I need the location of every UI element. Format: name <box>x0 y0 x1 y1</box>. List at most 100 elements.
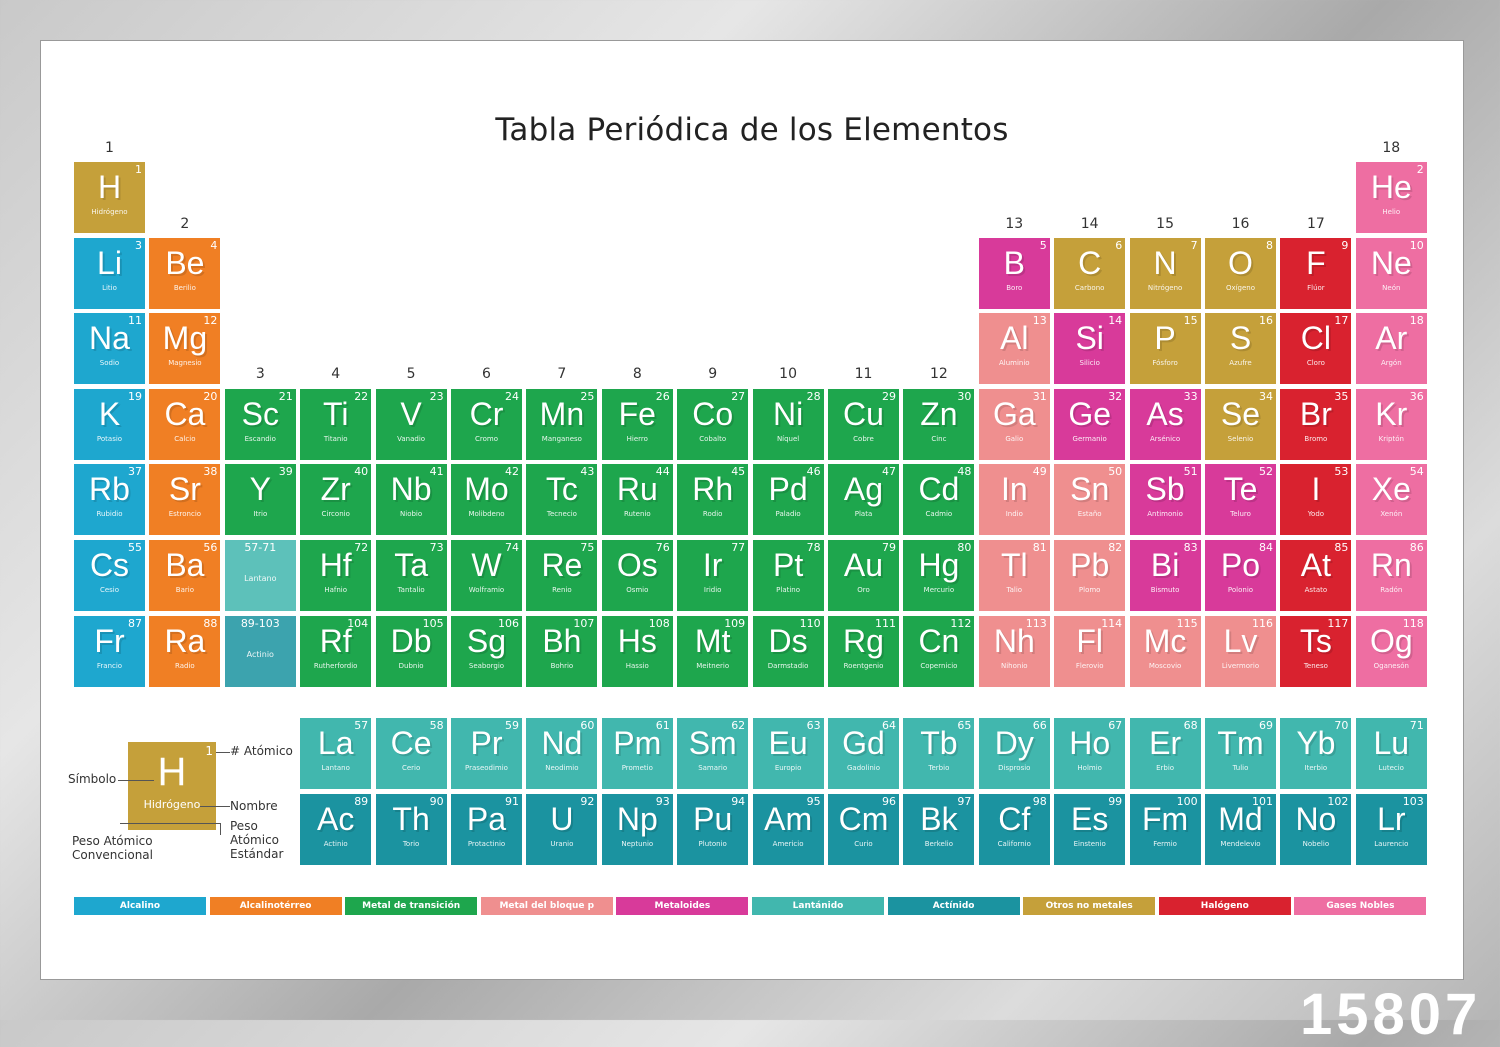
element-cell: 69 Tm Tulio <box>1205 718 1276 789</box>
element-cell: 26 Fe Hierro <box>601 388 673 460</box>
element-cell: 30 Zn Cinc <box>903 388 975 460</box>
element-symbol: Na <box>89 320 130 357</box>
element-cell: 23 V Vanadio <box>375 388 447 460</box>
element-cell: 70 Yb Iterbio <box>1280 718 1352 789</box>
series-placeholder: 57-71 Lantano <box>224 540 296 611</box>
element-symbol: Zn <box>920 395 958 432</box>
element-name: Livermorio <box>1221 661 1260 670</box>
element-symbol: Ts <box>1299 622 1332 659</box>
element-name: Cobalto <box>699 434 727 443</box>
element-cell: 94 Pu Plutonio <box>677 794 749 865</box>
element-name: Fermio <box>1153 840 1177 848</box>
key-line <box>220 823 221 835</box>
element-cell: 96 Cm Curio <box>828 794 899 865</box>
element-symbol: Fr <box>94 622 125 659</box>
element-symbol: Ag <box>843 471 884 508</box>
element-cell: 14 Si Silicio <box>1054 313 1126 385</box>
element-name: Titanio <box>323 434 348 443</box>
group-number: 9 <box>708 366 718 382</box>
element-cell: 48 Cd Cadmio <box>903 464 975 536</box>
element-cell: 65 Tb Terbio <box>903 718 975 789</box>
element-symbol: Es <box>1071 801 1109 837</box>
element-cell: 108 Hs Hassio <box>601 615 673 687</box>
element-name: Seaborgio <box>468 661 505 670</box>
element-symbol: Fe <box>618 395 656 432</box>
element-name: Azufre <box>1229 359 1252 368</box>
element-symbol: S <box>1229 320 1252 357</box>
element-name: Renio <box>552 586 572 594</box>
element-cell: 28 Ni Níquel <box>752 388 824 460</box>
element-symbol: Xe <box>1371 471 1411 508</box>
key-label-name: Nombre <box>230 799 278 813</box>
element-symbol: Pt <box>772 547 804 583</box>
element-symbol: Sr <box>168 471 201 508</box>
group-number: 5 <box>406 366 416 382</box>
element-cell: 44 Ru Rutenio <box>601 464 673 536</box>
group-number: 3 <box>255 366 265 382</box>
element-symbol: Po <box>1220 547 1261 583</box>
category-swatch: Metal del bloque p <box>480 897 613 915</box>
element-cell: 32 Ge Germanio <box>1054 388 1126 460</box>
element-name: Cadmio <box>925 510 953 519</box>
element-cell: 49 In Indio <box>978 464 1050 536</box>
element-cell: 42 Mo Molibdeno <box>451 464 522 536</box>
element-symbol: Ce <box>390 725 432 761</box>
element-symbol: Ra <box>164 622 206 659</box>
key-name: Hidrógeno <box>143 798 201 811</box>
element-name: Selenio <box>1227 434 1254 443</box>
element-cell: 39 Y Itrio <box>224 464 296 536</box>
element-cell: 45 Rh Rodio <box>677 464 749 536</box>
element-name: Lantano <box>244 574 277 583</box>
group-number: 1 <box>105 140 114 156</box>
element-name: Tecnecio <box>546 510 577 519</box>
group-number: 13 <box>1005 216 1024 232</box>
element-name: Darmstadio <box>767 661 809 670</box>
element-cell: 37 Rb Rubidio <box>74 464 145 536</box>
element-symbol: Ga <box>992 395 1036 432</box>
element-symbol: Hf <box>319 547 352 583</box>
element-name: Bario <box>175 586 194 594</box>
element-cell: 62 Sm Samario <box>677 718 749 789</box>
poster: Tabla Periódica de los Elementos 1234567… <box>40 40 1464 980</box>
element-symbol: Pb <box>1070 547 1110 583</box>
element-cell: 64 Gd Gadolinio <box>828 718 899 789</box>
element-symbol: Ta <box>394 547 428 583</box>
element-name: Kriptón <box>1378 434 1404 443</box>
element-cell: 15 P Fósforo <box>1129 313 1201 385</box>
element-symbol: O <box>1228 244 1253 281</box>
element-symbol: Sn <box>1070 471 1110 508</box>
element-symbol: K <box>98 395 121 432</box>
element-name: Plomo <box>1078 586 1101 594</box>
element-cell: 59 Pr Praseodimio <box>451 718 522 789</box>
element-symbol: H <box>97 169 122 205</box>
element-symbol: Gd <box>842 725 885 761</box>
element-symbol: Bi <box>1150 547 1180 583</box>
element-cell: 92 U Uranio <box>526 794 598 865</box>
element-cell: 10 Ne Neón <box>1355 237 1427 309</box>
element-symbol: Hs <box>617 622 657 659</box>
group-number: 14 <box>1080 216 1099 232</box>
element-symbol: N <box>1153 244 1177 281</box>
element-symbol: Eu <box>768 725 808 761</box>
element-cell: 1 H Hidrógeno <box>74 162 145 233</box>
element-symbol: Nb <box>390 471 432 508</box>
element-cell: 47 Ag Plata <box>828 464 899 536</box>
element-symbol: Ho <box>1069 725 1111 761</box>
element-symbol: Lr <box>1377 801 1406 837</box>
element-symbol: Si <box>1075 320 1104 357</box>
element-cell: 2 He Helio <box>1355 162 1427 233</box>
element-name: Oganesón <box>1373 661 1409 670</box>
element-name: Berkelio <box>924 840 954 848</box>
element-name: Hidrógeno <box>91 208 128 216</box>
group-number: 16 <box>1231 216 1250 232</box>
element-symbol: Ne <box>1370 244 1412 281</box>
element-name: Astato <box>1304 586 1328 594</box>
element-symbol: Ir <box>702 547 723 583</box>
element-name: Laurencio <box>1374 840 1409 848</box>
element-cell: 25 Mn Manganeso <box>526 388 598 460</box>
element-name: Silicio <box>1079 359 1100 368</box>
element-symbol: Mn <box>539 395 585 432</box>
element-cell: 5 B Boro <box>978 237 1050 309</box>
element-cell: 103 Lr Laurencio <box>1355 794 1427 865</box>
element-name: Indio <box>1005 510 1023 519</box>
